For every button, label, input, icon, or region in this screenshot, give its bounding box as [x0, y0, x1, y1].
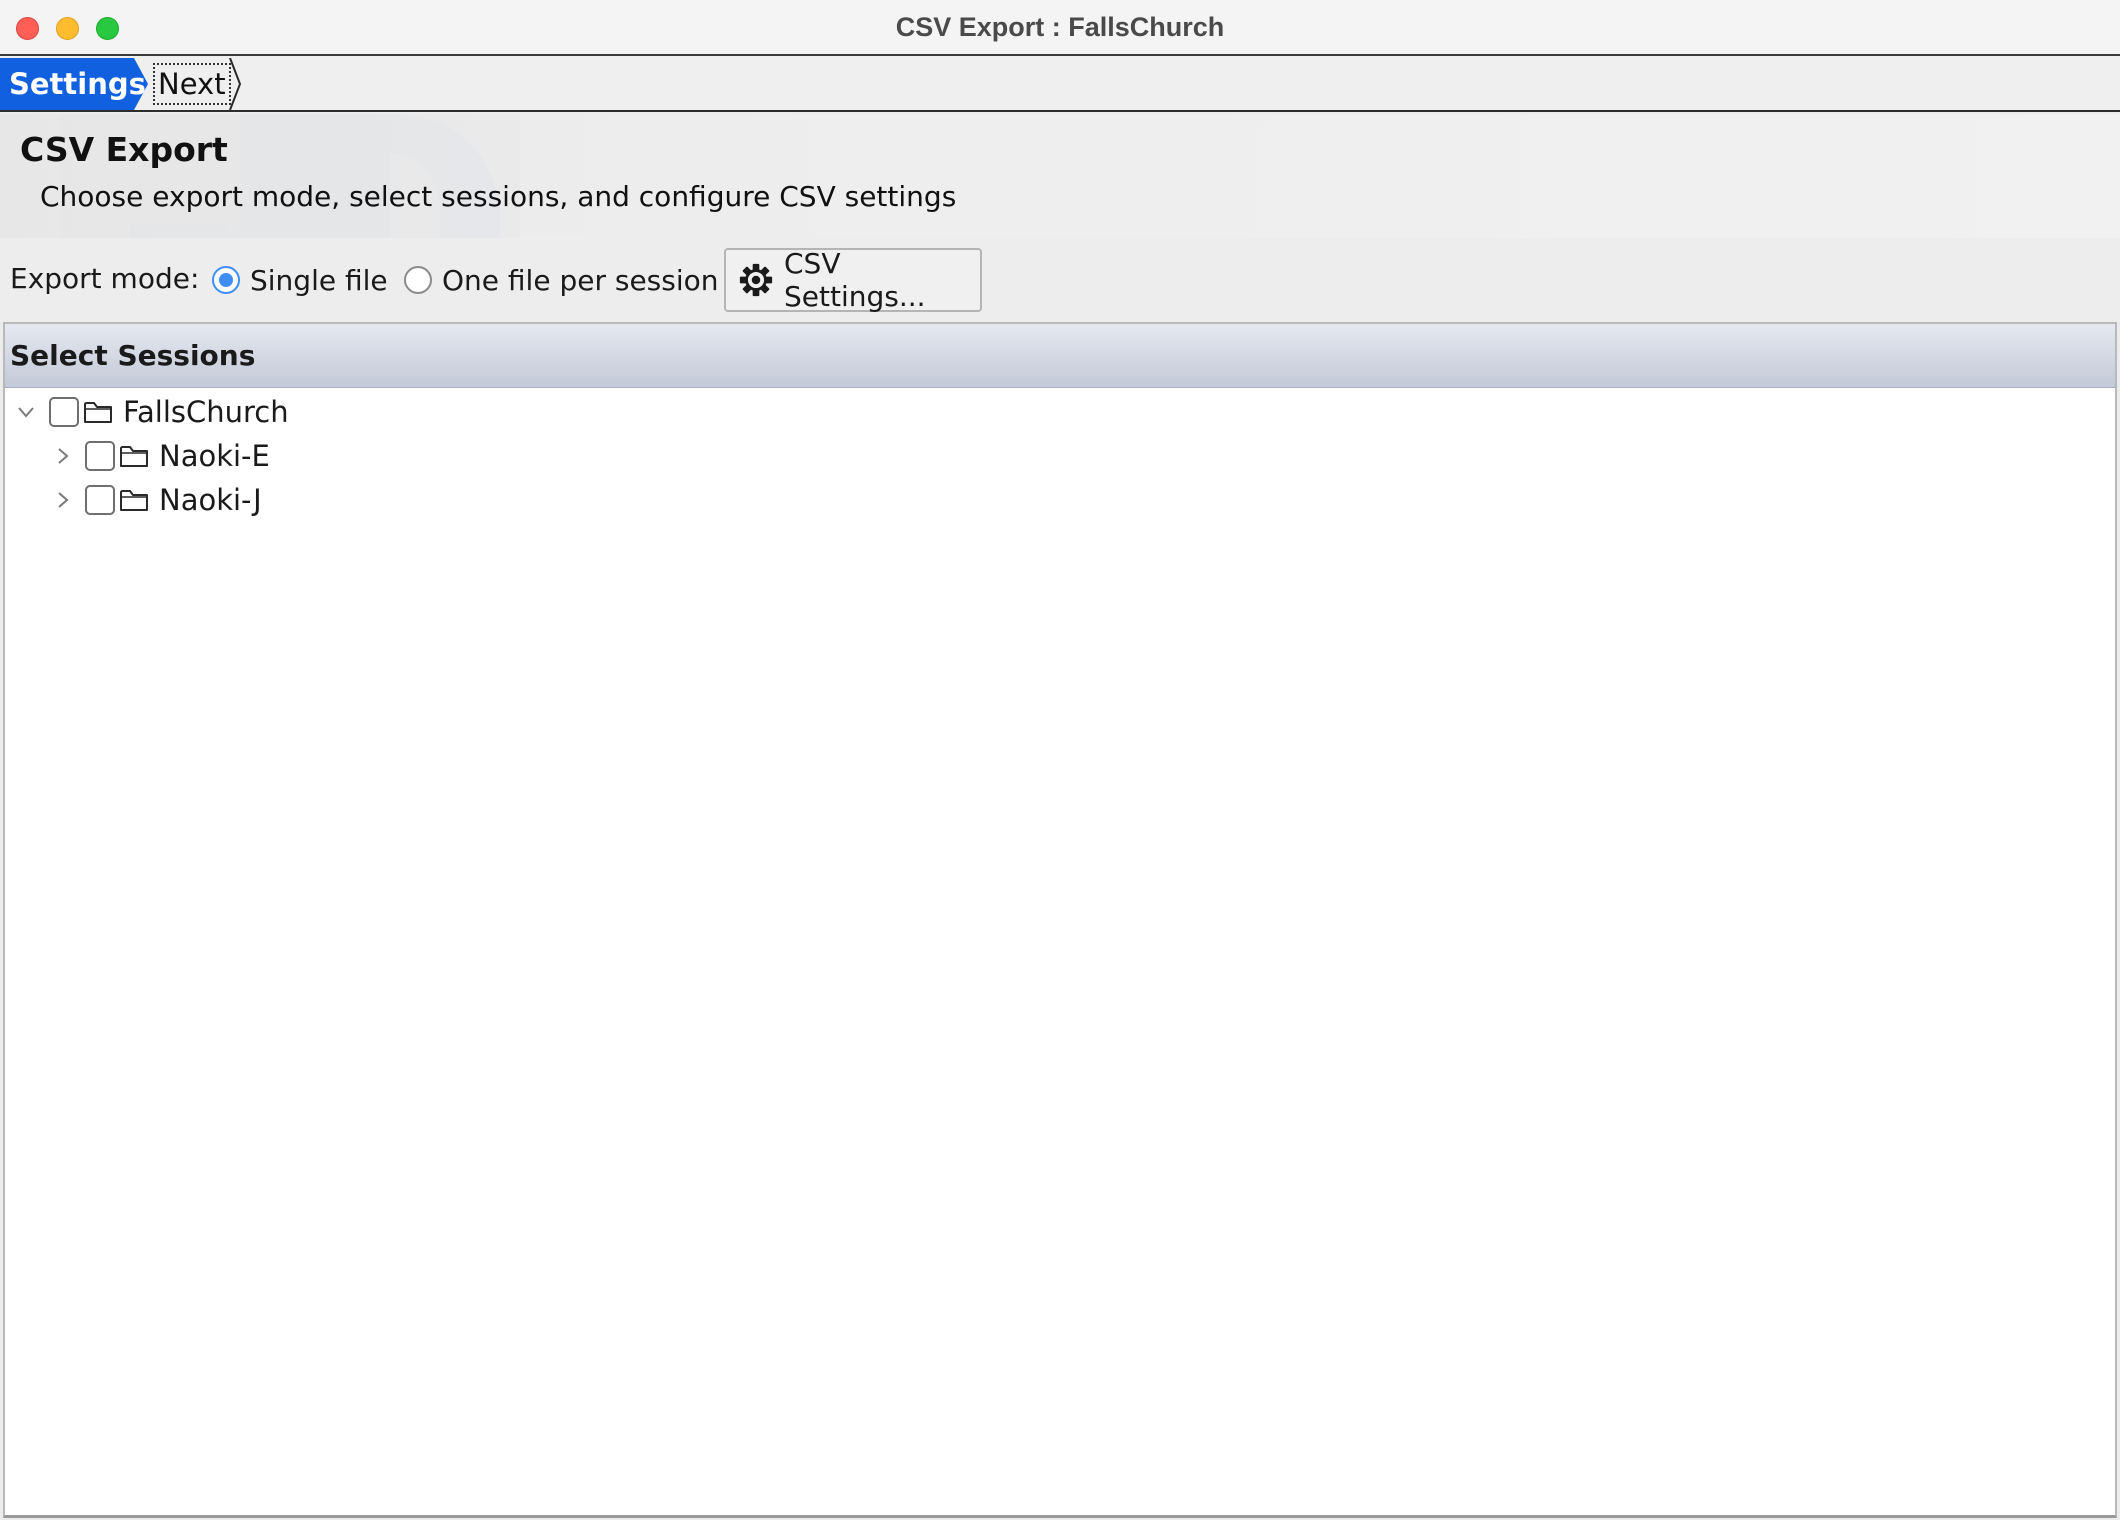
folder-icon — [120, 446, 148, 467]
one-file-per-session-radio-indicator[interactable] — [404, 266, 432, 294]
title-bar: CSV Export : FallsChurch — [0, 0, 2120, 56]
folder-icon — [120, 490, 148, 511]
one-file-per-session-radio-label: One file per session — [442, 263, 719, 297]
tree-node-label: Naoki-E — [159, 439, 270, 473]
breadcrumb: Settings Next — [0, 56, 2120, 112]
window-title: CSV Export : FallsChurch — [895, 12, 1225, 42]
csv-settings-button-label: CSV Settings... — [784, 247, 926, 313]
page-title: CSV Export — [20, 130, 228, 169]
select-sessions-panel: Select Sessions FallsChurch Naoki-E Naok… — [3, 322, 2117, 1518]
csv-settings-button[interactable]: CSV Settings... — [724, 247, 982, 313]
tree-node-checkbox-naoki-j[interactable] — [85, 485, 115, 515]
chevron-right-icon[interactable] — [51, 445, 73, 467]
select-sessions-title: Select Sessions — [10, 339, 256, 372]
select-sessions-header: Select Sessions — [5, 324, 2115, 388]
page-header: CSV Export Choose export mode, select se… — [0, 114, 2120, 238]
gear-icon — [739, 263, 773, 297]
folder-icon — [84, 402, 112, 423]
tree-node-label: Naoki-J — [159, 483, 262, 517]
tree-node-label: FallsChurch — [123, 395, 289, 429]
chevron-down-icon[interactable] — [15, 401, 37, 423]
page-subtitle: Choose export mode, select sessions, and… — [40, 180, 957, 213]
single-file-radio[interactable]: Single file — [212, 260, 388, 300]
export-mode-row: Export mode: Single file One file per se… — [0, 238, 2120, 322]
single-file-radio-label: Single file — [250, 263, 388, 297]
breadcrumb-next-label: Next — [153, 63, 231, 105]
one-file-per-session-radio[interactable]: One file per session — [404, 260, 719, 300]
breadcrumb-next-button[interactable]: Next — [150, 58, 242, 110]
tree-node-naoki-j[interactable]: Naoki-J — [51, 478, 262, 522]
tree-node-fallschurch[interactable]: FallsChurch — [15, 390, 289, 434]
export-mode-label: Export mode: — [10, 262, 200, 295]
single-file-radio-indicator[interactable] — [212, 266, 240, 294]
breadcrumb-settings[interactable]: Settings — [0, 58, 148, 110]
tree-node-checkbox-naoki-e[interactable] — [85, 441, 115, 471]
tree-node-checkbox-fallschurch[interactable] — [49, 397, 79, 427]
chevron-right-icon[interactable] — [51, 489, 73, 511]
tree-node-naoki-e[interactable]: Naoki-E — [51, 434, 270, 478]
